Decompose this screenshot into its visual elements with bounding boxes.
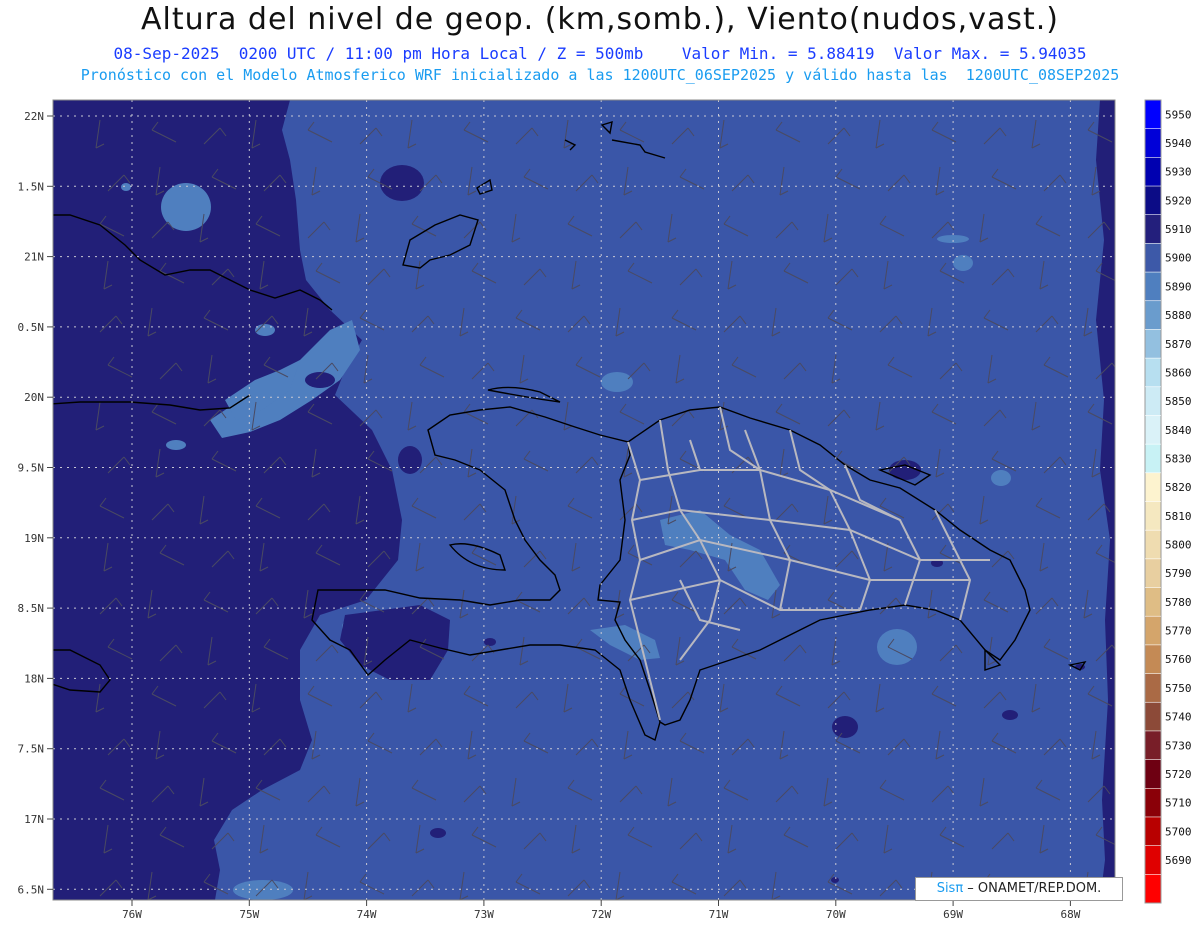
colorbar-swatch bbox=[1145, 186, 1161, 216]
colorbar-label: 5840 bbox=[1165, 424, 1192, 437]
colorbar-swatch bbox=[1145, 616, 1161, 646]
colorbar-swatch bbox=[1145, 157, 1161, 187]
colorbar-label: 5860 bbox=[1165, 366, 1192, 379]
lon-tick-label: 70W bbox=[826, 908, 846, 921]
colorbar-label: 5790 bbox=[1165, 567, 1192, 580]
lat-tick-label: 20N bbox=[24, 391, 44, 404]
colorbar-swatch bbox=[1145, 702, 1161, 732]
colorbar-swatch bbox=[1145, 358, 1161, 388]
colorbar-label: 5930 bbox=[1165, 166, 1192, 179]
colorbar-label: 5820 bbox=[1165, 481, 1192, 494]
colorbar-swatch bbox=[1145, 845, 1161, 875]
lat-tick-label: 19N bbox=[24, 532, 44, 545]
colorbar-swatch bbox=[1145, 558, 1161, 589]
lon-tick-label: 71W bbox=[709, 908, 729, 921]
colorbar-swatch bbox=[1145, 816, 1161, 847]
brand-label: Sisπ bbox=[936, 881, 964, 896]
colorbar-swatch bbox=[1145, 386, 1161, 416]
geopotential-field bbox=[53, 100, 1115, 900]
colorbar-swatch bbox=[1145, 128, 1161, 158]
colorbar-swatch bbox=[1145, 530, 1161, 560]
colorbar-label: 5920 bbox=[1165, 194, 1192, 207]
colorbar-label: 5900 bbox=[1165, 252, 1192, 265]
colorbar-swatch bbox=[1145, 644, 1161, 675]
colorbar-swatch bbox=[1145, 329, 1161, 359]
colorbar-label: 5830 bbox=[1165, 452, 1192, 465]
colorbar-label: 5850 bbox=[1165, 395, 1192, 408]
colorbar-swatch bbox=[1145, 444, 1161, 474]
lat-tick-label: 18N bbox=[24, 672, 44, 685]
colorbar-label: 5710 bbox=[1165, 797, 1192, 810]
colorbar-swatch bbox=[1145, 272, 1161, 302]
colorbar-label: 5880 bbox=[1165, 309, 1192, 322]
lat-tick-label: 0.5N bbox=[18, 321, 45, 334]
lon-tick-label: 74W bbox=[357, 908, 377, 921]
colorbar-label: 5810 bbox=[1165, 510, 1192, 523]
colorbar-swatch bbox=[1145, 415, 1161, 445]
colorbar-swatch bbox=[1145, 587, 1161, 617]
colorbar-label: 5910 bbox=[1165, 223, 1192, 236]
colorbar-swatch bbox=[1145, 243, 1161, 273]
lon-tick-label: 68W bbox=[1060, 908, 1080, 921]
colorbar-swatch bbox=[1145, 788, 1161, 818]
colorbar: 5950 5940 5930 5920 5910 5900 5890 5880 5870 5860… bbox=[1144, 99, 1192, 904]
colorbar-label: 5700 bbox=[1165, 825, 1192, 838]
colorbar-swatch bbox=[1145, 730, 1161, 761]
credit-box: Sisπ – ONAMET/REP.DOM. bbox=[915, 877, 1123, 901]
colorbar-swatch bbox=[1145, 673, 1161, 703]
colorbar-label: 5770 bbox=[1165, 625, 1192, 638]
colorbar-swatch bbox=[1145, 300, 1161, 330]
colorbar-label: 5760 bbox=[1165, 653, 1192, 666]
lat-tick-label: 21N bbox=[24, 251, 44, 264]
lon-tick-label: 73W bbox=[474, 908, 494, 921]
colorbar-swatch bbox=[1145, 759, 1161, 789]
colorbar-swatch bbox=[1145, 501, 1161, 531]
colorbar-label: 5940 bbox=[1165, 137, 1192, 150]
forecast-map: 76W 75W 74W 73W 72W 71W 70W 69W 68W 22N 1.5N 21N 0.5… bbox=[18, 99, 1192, 921]
colorbar-label: 5730 bbox=[1165, 739, 1192, 752]
colorbar-label: 5870 bbox=[1165, 338, 1192, 351]
colorbar-label: 5750 bbox=[1165, 682, 1192, 695]
colorbar-label: 5890 bbox=[1165, 280, 1192, 293]
colorbar-label: 5720 bbox=[1165, 768, 1192, 781]
colorbar-label: 5800 bbox=[1165, 539, 1192, 552]
lat-tick-label: 8.5N bbox=[18, 602, 45, 615]
lat-tick-label: 6.5N bbox=[18, 883, 45, 896]
colorbar-label: 5780 bbox=[1165, 596, 1192, 609]
colorbar-swatch bbox=[1145, 874, 1161, 904]
colorbar-label: 5950 bbox=[1165, 108, 1192, 121]
colorbar-label: 5690 bbox=[1165, 854, 1192, 867]
lat-tick-label: 9.5N bbox=[18, 462, 45, 475]
colorbar-label: 5740 bbox=[1165, 711, 1192, 724]
lat-tick-label: 22N bbox=[24, 110, 44, 123]
lon-tick-label: 76W bbox=[122, 908, 142, 921]
lat-tick-label: 17N bbox=[24, 813, 44, 826]
lon-tick-label: 69W bbox=[943, 908, 963, 921]
colorbar-swatch bbox=[1145, 214, 1161, 244]
colorbar-swatch bbox=[1145, 472, 1161, 502]
colorbar-swatch bbox=[1145, 100, 1161, 130]
lat-tick-label: 7.5N bbox=[18, 743, 45, 756]
lon-tick-label: 72W bbox=[591, 908, 611, 921]
lat-tick-label: 1.5N bbox=[18, 180, 45, 193]
lon-tick-label: 75W bbox=[239, 908, 259, 921]
credit-text: – ONAMET/REP.DOM. bbox=[963, 881, 1102, 896]
